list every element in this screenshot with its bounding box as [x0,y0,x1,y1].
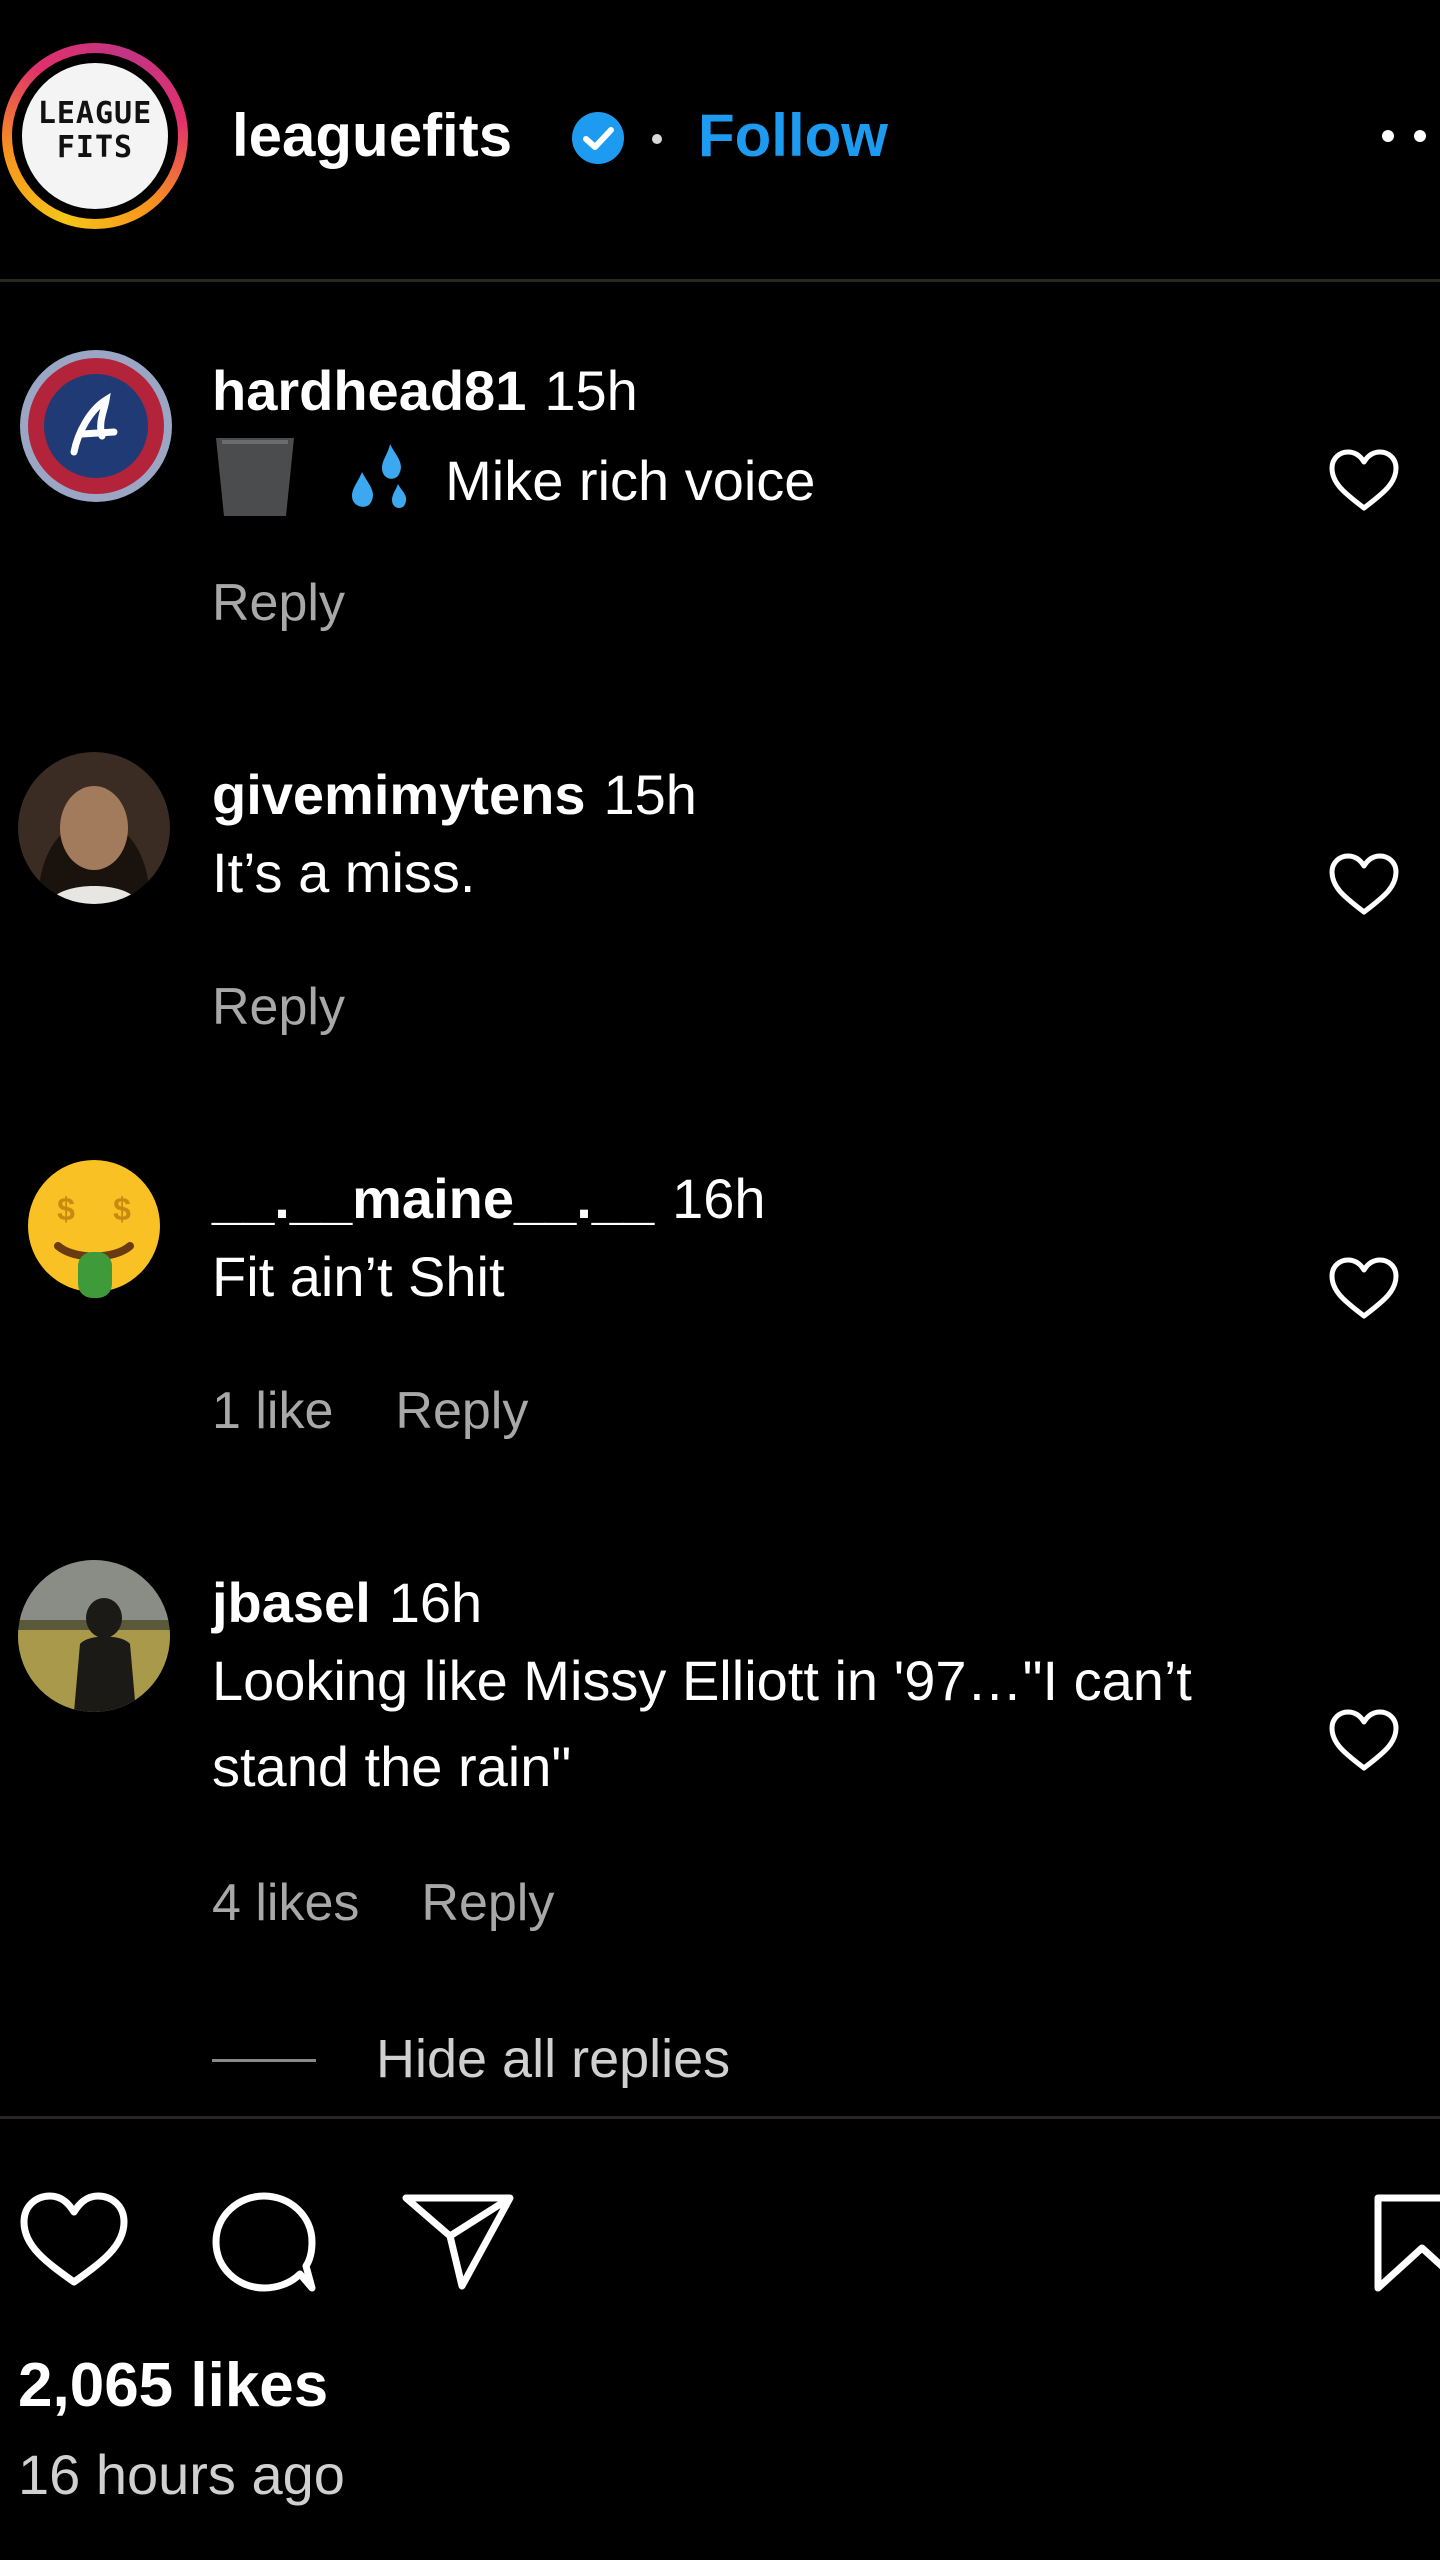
comment-likes[interactable]: 4 likes [212,1874,359,1932]
comment-header: hardhead81 15h [212,358,638,424]
comment-text: Looking like Missy Elliott in '97…"I can… [212,1649,1192,1798]
reply-button[interactable]: Reply [212,574,345,632]
comment-meta: 1 like Reply [212,1378,528,1444]
comment-header: jbasel 16h [212,1570,482,1636]
comment-username[interactable]: hardhead81 [212,359,526,422]
hide-replies-label[interactable]: Hide all replies [376,2024,730,2094]
comment-text: Fit ain’t Shit [212,1245,505,1308]
bookmark-icon[interactable] [1370,2190,1440,2294]
comment-username[interactable]: givemimytens [212,763,586,826]
reply-button[interactable]: Reply [212,978,345,1036]
atlanta-braves-logo-icon [20,350,172,502]
like-comment-heart-icon[interactable] [1326,446,1402,514]
comment-text: It’s a miss. [212,841,476,904]
comment-time: 16h [672,1167,766,1230]
comment-text: Mike rich voice [445,449,816,512]
post-likes-count[interactable]: 2,065 likes [18,2348,328,2424]
post-header: LEAGUE FITS leaguefits Follow [0,0,1440,282]
sweat-droplets-emoji [351,444,406,508]
replies-divider-line [212,2059,316,2062]
leaguefits-logo: LEAGUE FITS [22,63,168,209]
svg-text:$: $ [113,1191,131,1227]
comment-meta: Reply [212,570,345,636]
comment-icon[interactable] [210,2190,320,2294]
comment-time: 15h [544,359,638,422]
comment-likes[interactable]: 1 like [212,1382,333,1440]
like-comment-heart-icon[interactable] [1326,1254,1402,1322]
svg-text:$: $ [57,1191,75,1227]
comment-time: 16h [388,1571,483,1634]
like-comment-heart-icon[interactable] [1326,1706,1402,1774]
post-timestamp: 16 hours ago [18,2443,345,2506]
more-horizontal-icon[interactable] [1378,128,1440,148]
like-post-heart-icon[interactable] [18,2190,130,2290]
profile-photo-image [18,1560,170,1712]
section-divider [0,2116,1440,2119]
reply-button[interactable]: Reply [395,1382,528,1440]
commenter-avatar[interactable]: $ $ [18,1156,170,1308]
share-icon[interactable] [400,2190,516,2292]
comment-username[interactable]: __.__maine__.__ [212,1167,654,1230]
verified-badge-icon [572,112,624,164]
comment-meta: Reply [212,974,345,1040]
comment-header: givemimytens 15h [212,762,697,828]
leaguefits-avatar[interactable]: LEAGUE FITS [2,43,188,229]
separator-dot [652,134,662,144]
trash-can-icon [216,438,294,516]
commenter-avatar[interactable] [18,752,170,904]
reply-button[interactable]: Reply [421,1874,554,1932]
commenter-avatar[interactable] [18,348,174,504]
money-mouth-face-emoji: $ $ [28,1160,160,1298]
commenter-avatar[interactable] [18,1560,170,1712]
comment-username[interactable]: jbasel [212,1571,371,1634]
logo-text: LEAGUE FITS [37,96,153,165]
comment-text-row: Mike rich voice [212,432,1272,524]
comment-header: __.__maine__.__ 16h [212,1166,766,1232]
comment-meta: 4 likes Reply [212,1870,554,1936]
profile-photo-image [18,752,170,904]
post-author-username[interactable]: leaguefits [232,100,512,172]
comment-time: 15h [603,763,697,826]
like-comment-heart-icon[interactable] [1326,850,1402,918]
follow-button[interactable]: Follow [698,100,888,172]
